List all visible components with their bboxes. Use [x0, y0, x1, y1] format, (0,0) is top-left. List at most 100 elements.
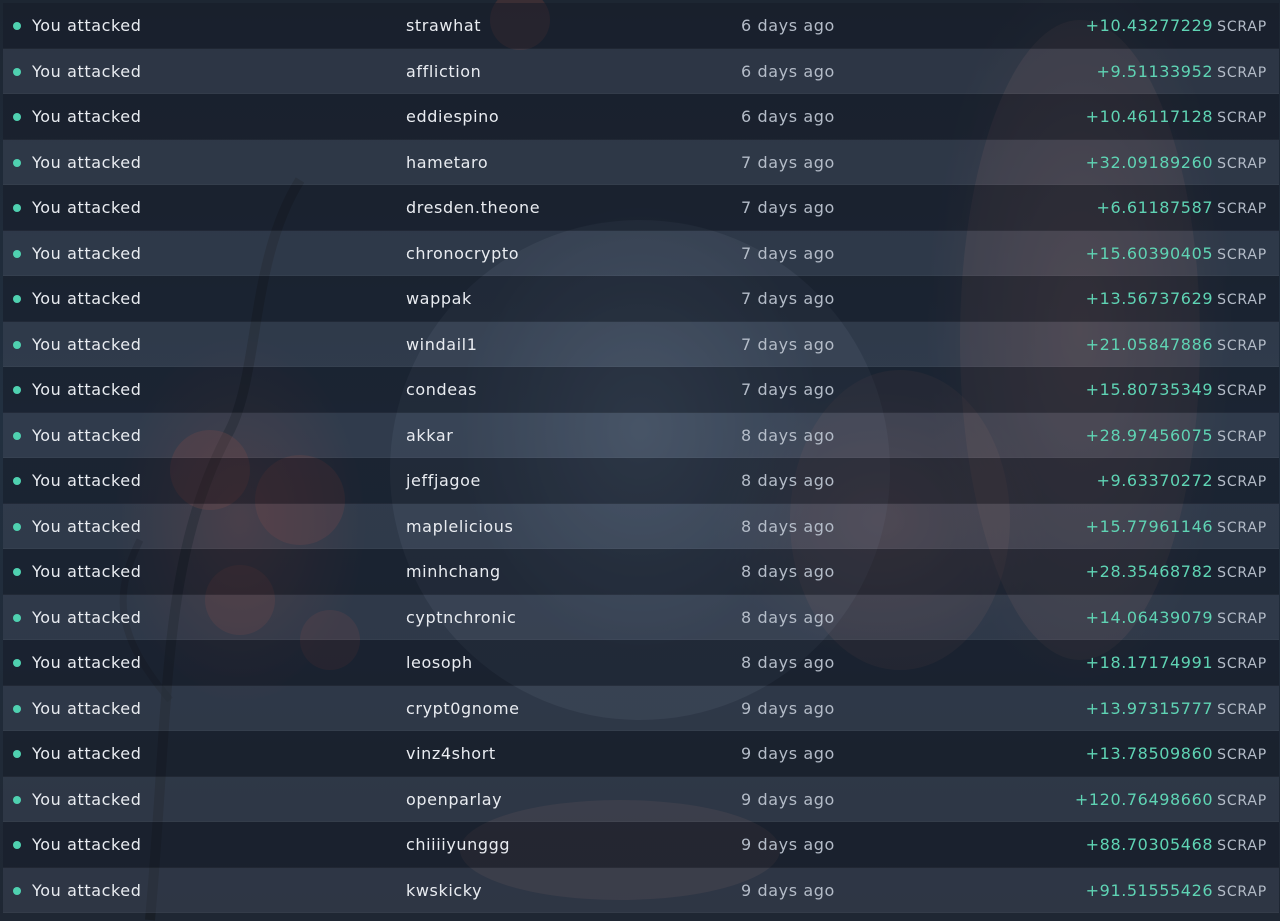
reward-unit: SCRAP — [1217, 792, 1267, 809]
target-player-name: chiiiiyunggg — [406, 835, 511, 854]
timestamp: 8 days ago — [741, 425, 835, 445]
reward-unit: SCRAP — [1217, 19, 1267, 35]
reward-unit: SCRAP — [1217, 565, 1267, 581]
timestamp: 6 days ago — [741, 107, 835, 126]
timestamp: 7 days ago — [741, 198, 835, 217]
action-text: You attacked — [32, 607, 142, 627]
reward-amount: +9.63370272 — [1096, 471, 1214, 490]
action-text: You attacked — [32, 562, 142, 581]
status-dot-icon — [13, 568, 21, 576]
reward: +10.46117128 SCRAP — [1086, 94, 1267, 141]
table-row: You attacked eddiespino 6 days ago +10.4611… — [3, 94, 1279, 140]
timestamp: 9 days ago — [741, 789, 835, 809]
reward-amount: +13.56737629 — [1085, 289, 1214, 308]
reward-unit: SCRAP — [1217, 747, 1267, 763]
status-dot-icon — [13, 158, 21, 167]
reward: +13.78509860 SCRAP — [1086, 731, 1267, 778]
reward-amount: +28.35468782 — [1085, 562, 1214, 581]
timestamp: 7 days ago — [741, 380, 835, 399]
reward: +13.97315777 SCRAP — [1086, 686, 1267, 733]
action-text: You attacked — [32, 425, 142, 445]
target-player-name: affliction — [406, 61, 482, 81]
status-dot-icon — [13, 750, 21, 758]
status-dot-icon — [13, 295, 21, 303]
action-text: You attacked — [32, 198, 142, 217]
status-dot-icon — [13, 386, 21, 394]
timestamp: 8 days ago — [741, 607, 835, 627]
reward: +9.63370272 SCRAP — [1096, 458, 1267, 505]
table-row: You attacked kwskicky 9 days ago +91.515554… — [3, 867, 1279, 915]
status-dot-icon — [13, 704, 21, 713]
status-dot-icon — [13, 522, 21, 531]
timestamp: 8 days ago — [741, 516, 835, 536]
reward-unit: SCRAP — [1217, 656, 1267, 672]
target-player-name: chronocrypto — [406, 243, 520, 263]
table-row: You attacked jeffjagoe 8 days ago +9.633702… — [3, 458, 1279, 504]
action-text: You attacked — [32, 380, 142, 399]
table-row: You attacked dresden.theone 7 days ago +6.6… — [3, 185, 1279, 231]
table-row: You attacked chiiiiyunggg 9 days ago +88.70… — [3, 822, 1279, 868]
table-row: You attacked windail1 7 days ago +21.058478… — [3, 321, 1279, 369]
reward: +21.05847886 SCRAP — [1086, 322, 1267, 369]
reward-amount: +14.06439079 — [1085, 607, 1214, 627]
reward: +6.61187587 SCRAP — [1096, 185, 1267, 232]
reward-unit: SCRAP — [1217, 292, 1267, 308]
timestamp: 8 days ago — [741, 653, 835, 672]
reward-amount: +91.51555426 — [1085, 880, 1214, 900]
reward-unit: SCRAP — [1217, 519, 1267, 536]
table-row: You attacked hametaro 7 days ago +32.091892… — [3, 139, 1279, 185]
action-text: You attacked — [32, 289, 142, 308]
timestamp: 7 days ago — [741, 243, 835, 263]
reward-unit: SCRAP — [1217, 246, 1267, 263]
reward: +9.51133952 SCRAP — [1096, 49, 1267, 96]
reward-unit: SCRAP — [1217, 383, 1267, 399]
action-text: You attacked — [32, 835, 142, 854]
timestamp: 6 days ago — [741, 61, 835, 81]
reward-unit: SCRAP — [1217, 428, 1267, 445]
status-dot-icon — [13, 431, 21, 440]
attack-history-list: You attacked strawhat 6 days ago +10.432772… — [3, 3, 1279, 913]
action-text: You attacked — [32, 698, 142, 718]
target-player-name: maplelicious — [406, 516, 514, 536]
target-player-name: openparlay — [406, 789, 503, 809]
target-player-name: crypt0gnome — [406, 698, 520, 718]
target-player-name: eddiespino — [406, 107, 500, 126]
status-dot-icon — [13, 795, 21, 804]
battle-history-panel: You attacked strawhat 6 days ago +10.432772… — [0, 0, 1280, 921]
status-dot-icon — [13, 22, 21, 30]
table-row: You attacked akkar 8 days ago +28.97456075 S… — [3, 412, 1279, 458]
action-text: You attacked — [32, 880, 142, 900]
action-text: You attacked — [32, 243, 142, 263]
reward: +10.43277229 SCRAP — [1086, 3, 1267, 50]
reward: +120.76498660 SCRAP — [1075, 777, 1267, 824]
reward-amount: +15.60390405 — [1085, 243, 1214, 263]
target-player-name: condeas — [406, 380, 478, 399]
reward: +15.77961146 SCRAP — [1086, 504, 1267, 551]
reward-amount: +9.51133952 — [1096, 61, 1214, 81]
reward-amount: +28.97456075 — [1085, 425, 1214, 445]
reward-unit: SCRAP — [1217, 155, 1267, 172]
reward-unit: SCRAP — [1217, 838, 1267, 854]
reward: +91.51555426 SCRAP — [1086, 868, 1267, 915]
table-row: You attacked chronocrypto 7 days ago +15.60… — [3, 230, 1279, 276]
table-row: You attacked condeas 7 days ago +15.8073534… — [3, 367, 1279, 413]
reward-unit: SCRAP — [1217, 474, 1267, 490]
target-player-name: cyptnchronic — [406, 607, 517, 627]
table-row: You attacked crypt0gnome 9 days ago +13.973… — [3, 685, 1279, 733]
status-dot-icon — [13, 613, 21, 622]
reward-amount: +13.78509860 — [1085, 744, 1214, 763]
reward: +28.35468782 SCRAP — [1086, 549, 1267, 596]
target-player-name: leosoph — [406, 653, 473, 672]
target-player-name: vinz4short — [406, 744, 496, 763]
status-dot-icon — [13, 477, 21, 485]
reward-amount: +120.76498660 — [1074, 789, 1214, 809]
action-text: You attacked — [32, 61, 142, 81]
action-text: You attacked — [32, 516, 142, 536]
timestamp: 9 days ago — [741, 698, 835, 718]
timestamp: 8 days ago — [741, 562, 835, 581]
table-row: You attacked wappak 7 days ago +13.56737629… — [3, 276, 1279, 322]
reward-amount: +6.61187587 — [1096, 198, 1214, 217]
timestamp: 9 days ago — [741, 880, 835, 900]
reward-amount: +21.05847886 — [1085, 334, 1214, 354]
reward-unit: SCRAP — [1217, 64, 1267, 81]
